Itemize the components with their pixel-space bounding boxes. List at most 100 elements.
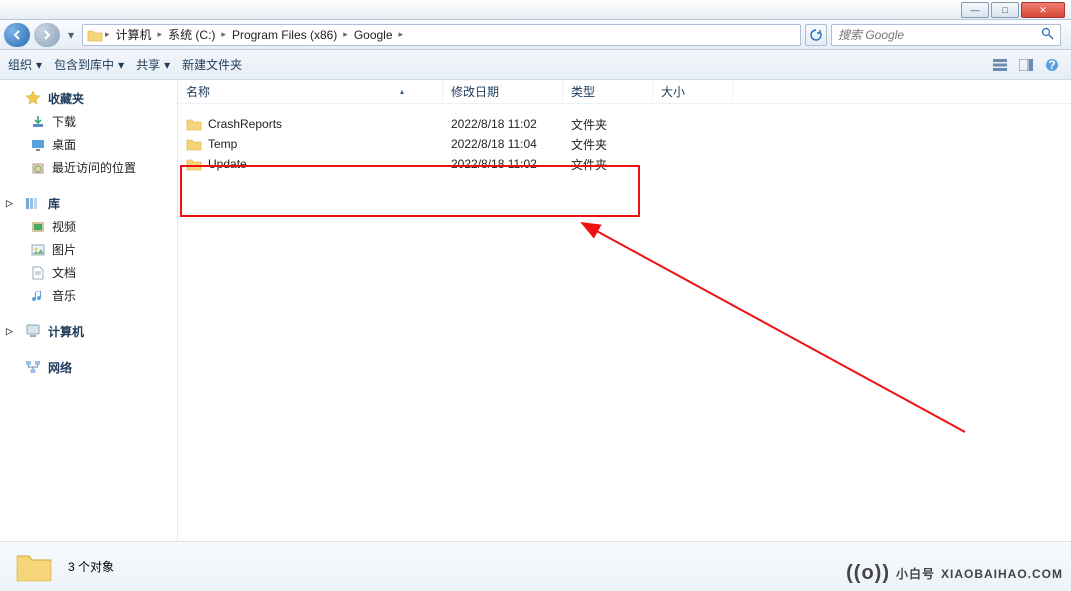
table-row[interactable]: Update 2022/8/18 11:02文件夹 (178, 154, 1071, 174)
music-icon (30, 288, 46, 304)
library-icon (24, 194, 42, 212)
chevron-right-icon: ▸ (105, 29, 110, 40)
organize-label: 组织 (8, 56, 32, 73)
forward-button[interactable] (34, 23, 60, 47)
share-label: 共享 (136, 56, 160, 73)
organize-menu[interactable]: 组织 ▾ (8, 56, 42, 73)
network-label: 网络 (48, 359, 72, 376)
folder-icon (186, 157, 202, 171)
column-type[interactable]: 类型 (563, 80, 653, 103)
sidebar-item-documents[interactable]: 文档 (0, 261, 177, 284)
help-icon: ? (1045, 58, 1059, 72)
sidebar-item-label: 最近访问的位置 (52, 159, 136, 176)
sidebar-item-downloads[interactable]: 下载 (0, 110, 177, 133)
network-icon (24, 358, 42, 376)
view-button[interactable] (989, 54, 1011, 76)
file-type: 文件夹 (563, 116, 653, 133)
sidebar-item-label: 文档 (52, 264, 76, 281)
chevron-down-icon: ▾ (36, 58, 42, 72)
help-button[interactable]: ? (1041, 54, 1063, 76)
libraries-label: 库 (48, 195, 60, 212)
search-input[interactable] (838, 28, 1037, 42)
sidebar-item-recent[interactable]: 最近访问的位置 (0, 156, 177, 179)
breadcrumb[interactable]: Google (350, 28, 397, 42)
sidebar-item-videos[interactable]: 视频 (0, 215, 177, 238)
sort-asc-icon: ▴ (400, 87, 434, 96)
preview-icon (1019, 59, 1033, 71)
column-size[interactable]: 大小 (653, 80, 733, 103)
view-icon (993, 59, 1007, 71)
refresh-button[interactable] (805, 24, 827, 46)
breadcrumb[interactable]: 计算机 (112, 26, 156, 43)
file-type: 文件夹 (563, 156, 653, 173)
status-count: 3 个对象 (68, 558, 114, 575)
status-bar: 3 个对象 ((o)) 小白号 XIAOBAIHAO.COM (0, 541, 1071, 591)
newfolder-label: 新建文件夹 (182, 56, 242, 73)
expand-icon: ▷ (6, 198, 13, 209)
history-dropdown[interactable]: ▾ (64, 28, 78, 42)
svg-text:?: ? (1048, 58, 1055, 72)
file-name: Update (208, 157, 247, 171)
navigation-bar: ▾ ▸ 计算机 ▸ 系统 (C:) ▸ Program Files (x86) … (0, 20, 1071, 50)
sidebar-item-label: 图片 (52, 241, 76, 258)
sidebar-item-label: 音乐 (52, 287, 76, 304)
chevron-down-icon: ▾ (164, 58, 170, 72)
chevron-right-icon: ▸ (158, 29, 163, 40)
download-icon (30, 114, 46, 130)
search-box[interactable] (831, 24, 1061, 46)
favorites-label: 收藏夹 (48, 90, 84, 107)
watermark: ((o)) 小白号 XIAOBAIHAO.COM (846, 562, 1063, 585)
file-date: 2022/8/18 11:02 (443, 157, 563, 171)
sidebar-item-desktop[interactable]: 桌面 (0, 133, 177, 156)
sidebar-item-label: 桌面 (52, 136, 76, 153)
include-in-library-menu[interactable]: 包含到库中 ▾ (54, 56, 124, 73)
column-date[interactable]: 修改日期 (443, 80, 563, 103)
column-headers: 名称▴ 修改日期 类型 大小 (178, 80, 1071, 104)
file-name: Temp (208, 137, 237, 151)
computer-icon (24, 322, 42, 340)
chevron-right-icon: ▸ (343, 29, 348, 40)
favorites-header[interactable]: 收藏夹 (0, 86, 177, 110)
navigation-pane: 收藏夹 下载 桌面 最近访问的位置 ▷ 库 视频 图片 文档 音乐 ▷ 计算机 (0, 80, 178, 541)
share-menu[interactable]: 共享 ▾ (136, 56, 170, 73)
breadcrumb[interactable]: Program Files (x86) (228, 28, 341, 42)
sidebar-item-label: 下载 (52, 113, 76, 130)
sidebar-item-music[interactable]: 音乐 (0, 284, 177, 307)
folder-icon (186, 117, 202, 131)
libraries-header[interactable]: ▷ 库 (0, 191, 177, 215)
file-type: 文件夹 (563, 136, 653, 153)
new-folder-button[interactable]: 新建文件夹 (182, 56, 242, 73)
watermark-domain: XIAOBAIHAO.COM (941, 567, 1063, 581)
maximize-button[interactable]: □ (991, 2, 1019, 18)
include-label: 包含到库中 (54, 56, 114, 73)
refresh-icon (809, 28, 823, 42)
file-name: CrashReports (208, 117, 282, 131)
video-icon (30, 219, 46, 235)
desktop-icon (30, 137, 46, 153)
picture-icon (30, 242, 46, 258)
column-name[interactable]: 名称▴ (178, 80, 443, 103)
arrow-left-icon (11, 29, 23, 41)
sidebar-item-pictures[interactable]: 图片 (0, 238, 177, 261)
recent-icon (30, 160, 46, 176)
computer-label: 计算机 (48, 323, 84, 340)
breadcrumb[interactable]: 系统 (C:) (164, 26, 219, 43)
table-row[interactable]: Temp2022/8/18 11:04文件夹 (178, 134, 1071, 154)
table-row[interactable]: CrashReports 2022/8/18 11:02文件夹 (178, 114, 1071, 134)
arrow-right-icon (41, 29, 53, 41)
minimize-button[interactable]: — (961, 2, 989, 18)
chevron-right-icon: ▸ (221, 29, 226, 40)
computer-header[interactable]: ▷ 计算机 (0, 319, 177, 343)
folder-icon (186, 137, 202, 151)
network-header[interactable]: 网络 (0, 355, 177, 379)
star-icon (24, 89, 42, 107)
back-button[interactable] (4, 23, 30, 47)
address-bar[interactable]: ▸ 计算机 ▸ 系统 (C:) ▸ Program Files (x86) ▸ … (82, 24, 801, 46)
command-bar: 组织 ▾ 包含到库中 ▾ 共享 ▾ 新建文件夹 ? (0, 50, 1071, 80)
file-date: 2022/8/18 11:02 (443, 117, 563, 131)
broadcast-icon: ((o)) (846, 562, 890, 585)
close-button[interactable]: ✕ (1021, 2, 1065, 18)
chevron-right-icon: ▸ (399, 29, 404, 40)
preview-pane-button[interactable] (1015, 54, 1037, 76)
folder-icon (14, 549, 54, 585)
